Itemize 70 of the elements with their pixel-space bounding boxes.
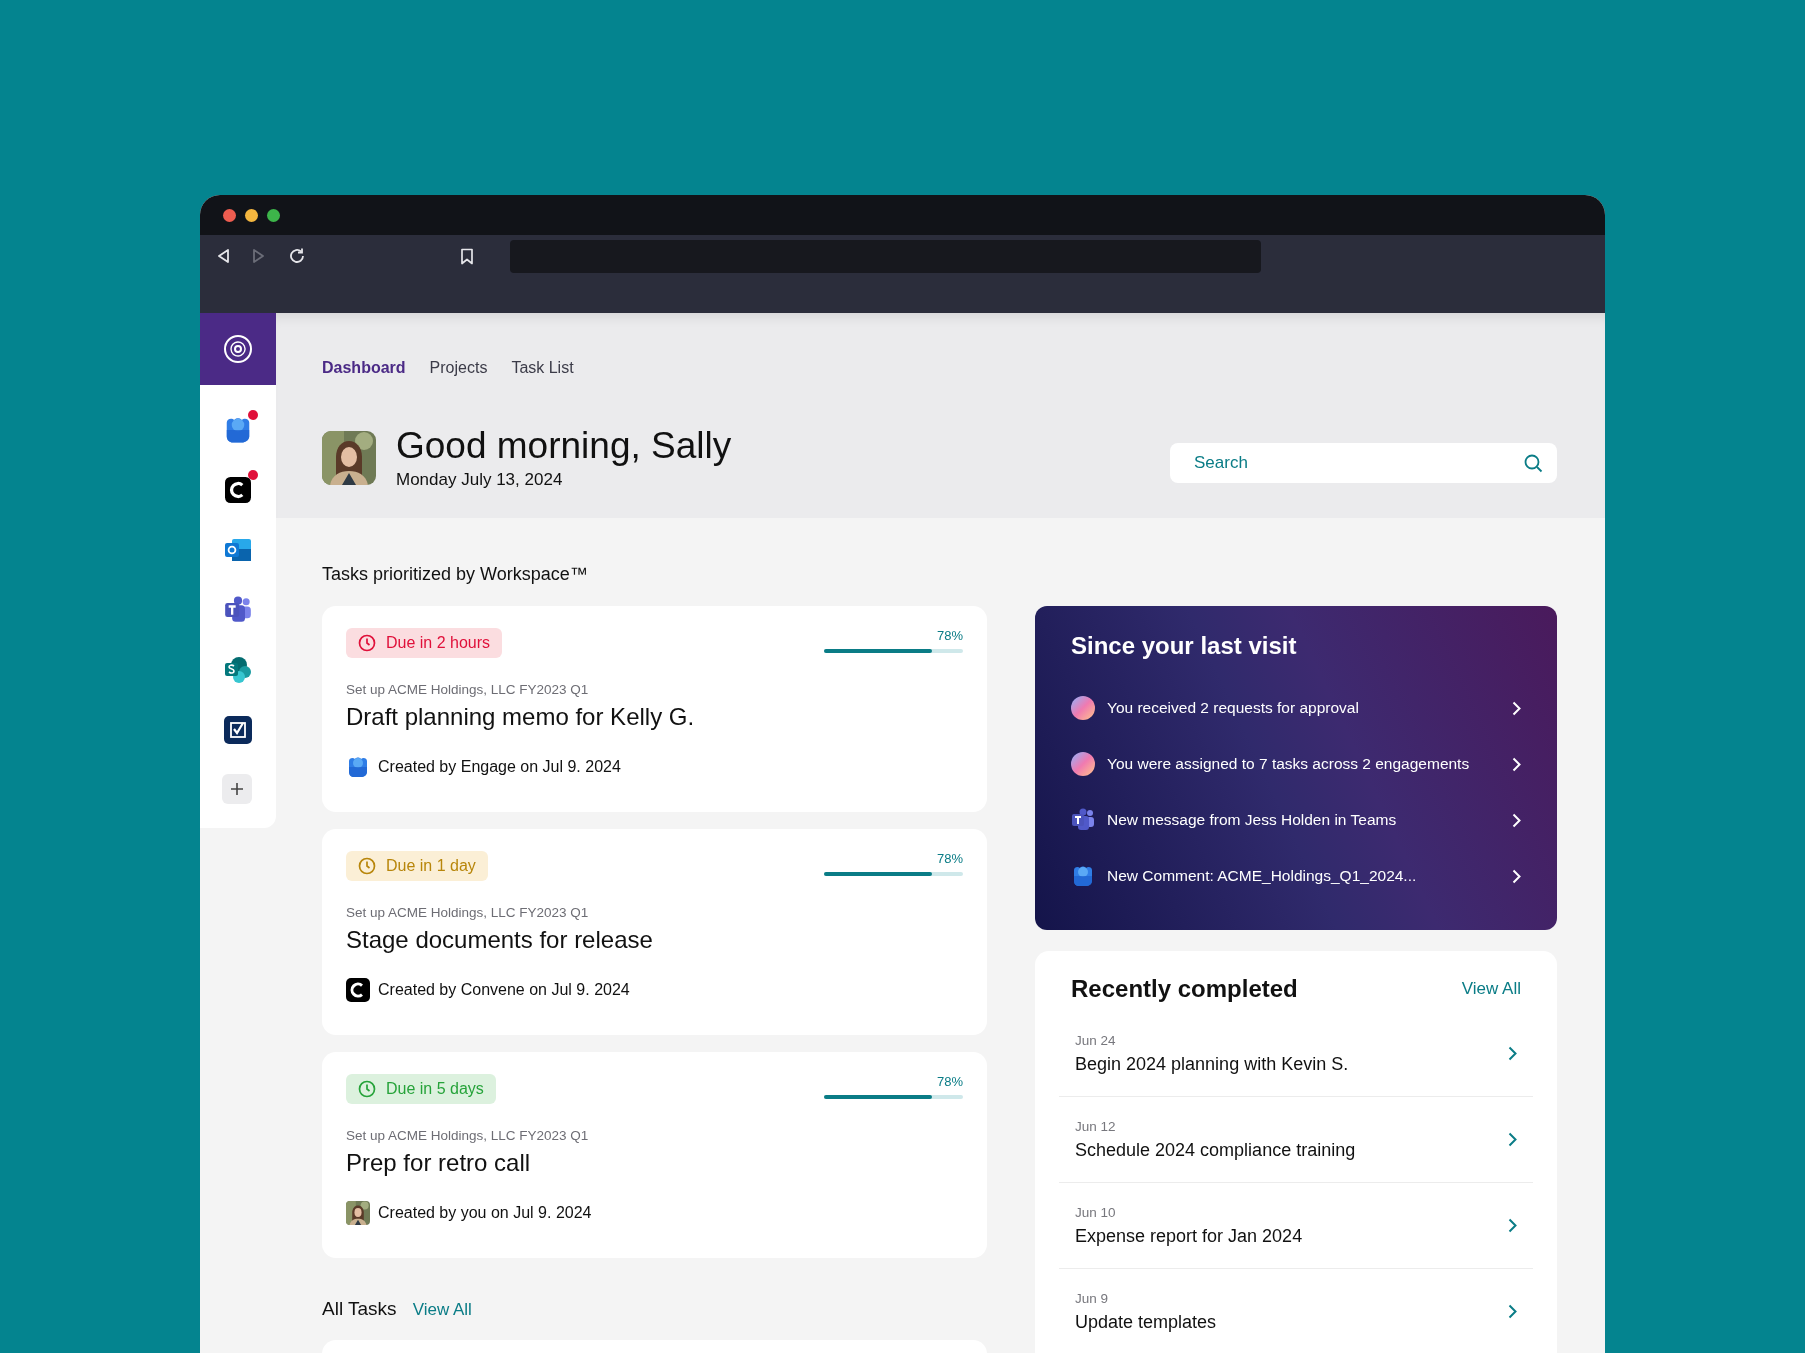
activity-item[interactable]: You were assigned to 7 tasks across 2 engagements [1071, 736, 1521, 792]
back-icon[interactable] [216, 248, 230, 264]
date-text: Monday July 13, 2024 [396, 469, 564, 490]
activity-item[interactable]: You received 2 requests for approval [1071, 680, 1521, 736]
progress-percent: 78% [936, 1074, 963, 1089]
chevron-right-icon [1508, 1304, 1517, 1319]
panel-title: Since your last visit [1071, 632, 1298, 660]
envelope-icon [224, 537, 252, 563]
maximize-window-icon[interactable] [267, 208, 280, 222]
progress-percent: 78% [936, 851, 963, 866]
chevron-right-icon [1508, 1218, 1517, 1233]
task-title: Draft planning memo for Kelly G. [346, 703, 696, 731]
greeting-title: Good morning, Sally [396, 427, 732, 466]
progress-percent: 78% [936, 628, 963, 643]
add-app-button[interactable] [222, 774, 252, 804]
task-title: Stage documents for release [346, 926, 654, 954]
nav-tab[interactable]: Task List [511, 359, 574, 377]
clock-icon [358, 1080, 376, 1098]
completed-item[interactable]: Jun 24 Begin 2024 planning with Kevin S. [1059, 1011, 1533, 1097]
section-heading: Tasks prioritized by Workspace™ [322, 563, 589, 586]
chevron-right-icon [1512, 700, 1521, 716]
activity-item[interactable]: New Comment: ACME_Holdings_Q1_2024... [1071, 848, 1521, 904]
c-logo-icon [346, 978, 370, 1002]
people-icon [1071, 808, 1095, 832]
plus-icon [230, 782, 244, 796]
completed-item[interactable]: Jun 10 Expense report for Jan 2024 [1059, 1183, 1533, 1269]
forward-icon[interactable] [252, 248, 266, 264]
minimize-window-icon[interactable] [245, 208, 258, 222]
completed-item[interactable]: Jun 9 Update templates [1059, 1269, 1533, 1353]
gradient-orb-icon [1071, 696, 1095, 720]
chevron-right-icon [1512, 756, 1521, 772]
created-by-text: Created by you on Jul 9. 2024 [378, 1204, 592, 1222]
c-logo-icon [225, 477, 251, 503]
people-icon [224, 596, 252, 624]
nav-tab[interactable]: Projects [429, 359, 488, 377]
app-launcher-button[interactable] [222, 714, 254, 746]
view-all-link[interactable]: View All [412, 1300, 472, 1320]
chevron-right-icon [1508, 1132, 1517, 1147]
nav-tab[interactable]: Dashboard [322, 359, 406, 377]
due-badge: Due in 2 hours [346, 628, 503, 658]
circles-icon [224, 656, 252, 684]
clock-icon [358, 634, 376, 652]
completed-item[interactable]: Jun 12 Schedule 2024 compliance training [1059, 1097, 1533, 1183]
due-badge: Due in 1 day [346, 851, 488, 881]
section-heading: All Tasks [322, 1298, 397, 1320]
bookmark-icon[interactable] [460, 247, 474, 265]
search-icon[interactable] [1524, 454, 1543, 474]
created-by-text: Created by Engage on Jul 9. 2024 [378, 758, 621, 776]
card-title: Recently completed [1071, 975, 1298, 1003]
checkbox-icon [224, 716, 252, 744]
activity-item[interactable]: New message from Jess Holden in Teams [1071, 792, 1521, 848]
task-card[interactable]: Due in 2 hours 78% Set up ACME Holdings, LLC FY2023 Q1 Draft planning memo for Kelly G. Created by Engage on Jul 9. 2024 [322, 606, 987, 812]
gradient-orb-icon [1071, 752, 1095, 776]
chevron-right-icon [1512, 868, 1521, 884]
view-all-link[interactable]: View All [1461, 979, 1521, 999]
task-title: Prep for retro call [346, 1149, 532, 1177]
task-card[interactable]: Due in 1 day 78% Set up ACME Holdings, LLC FY2023 Q1 Stage documents for release Created by Convene on Jul 9. 2024 [322, 829, 987, 1035]
due-badge: Due in 5 days [346, 1074, 496, 1104]
created-by-text: Created by Convene on Jul 9. 2024 [378, 981, 630, 999]
chevron-right-icon [1508, 1046, 1517, 1061]
reload-icon[interactable] [288, 247, 306, 265]
project-name: Set up ACME Holdings, LLC FY2023 Q1 [346, 905, 590, 920]
chevron-right-icon [1512, 812, 1521, 828]
close-window-icon[interactable] [223, 208, 236, 222]
clock-icon [358, 857, 376, 875]
task-card[interactable]: Due in 5 days 78% Set up ACME Holdings, LLC FY2023 Q1 Prep for retro call Created by you on Jul 9. 2024 [322, 1052, 987, 1258]
app-launcher-button[interactable] [222, 654, 254, 686]
search-field[interactable]: Search [1170, 443, 1557, 484]
project-name: Set up ACME Holdings, LLC FY2023 Q1 [346, 682, 590, 697]
project-name: Set up ACME Holdings, LLC FY2023 Q1 [346, 1128, 590, 1143]
